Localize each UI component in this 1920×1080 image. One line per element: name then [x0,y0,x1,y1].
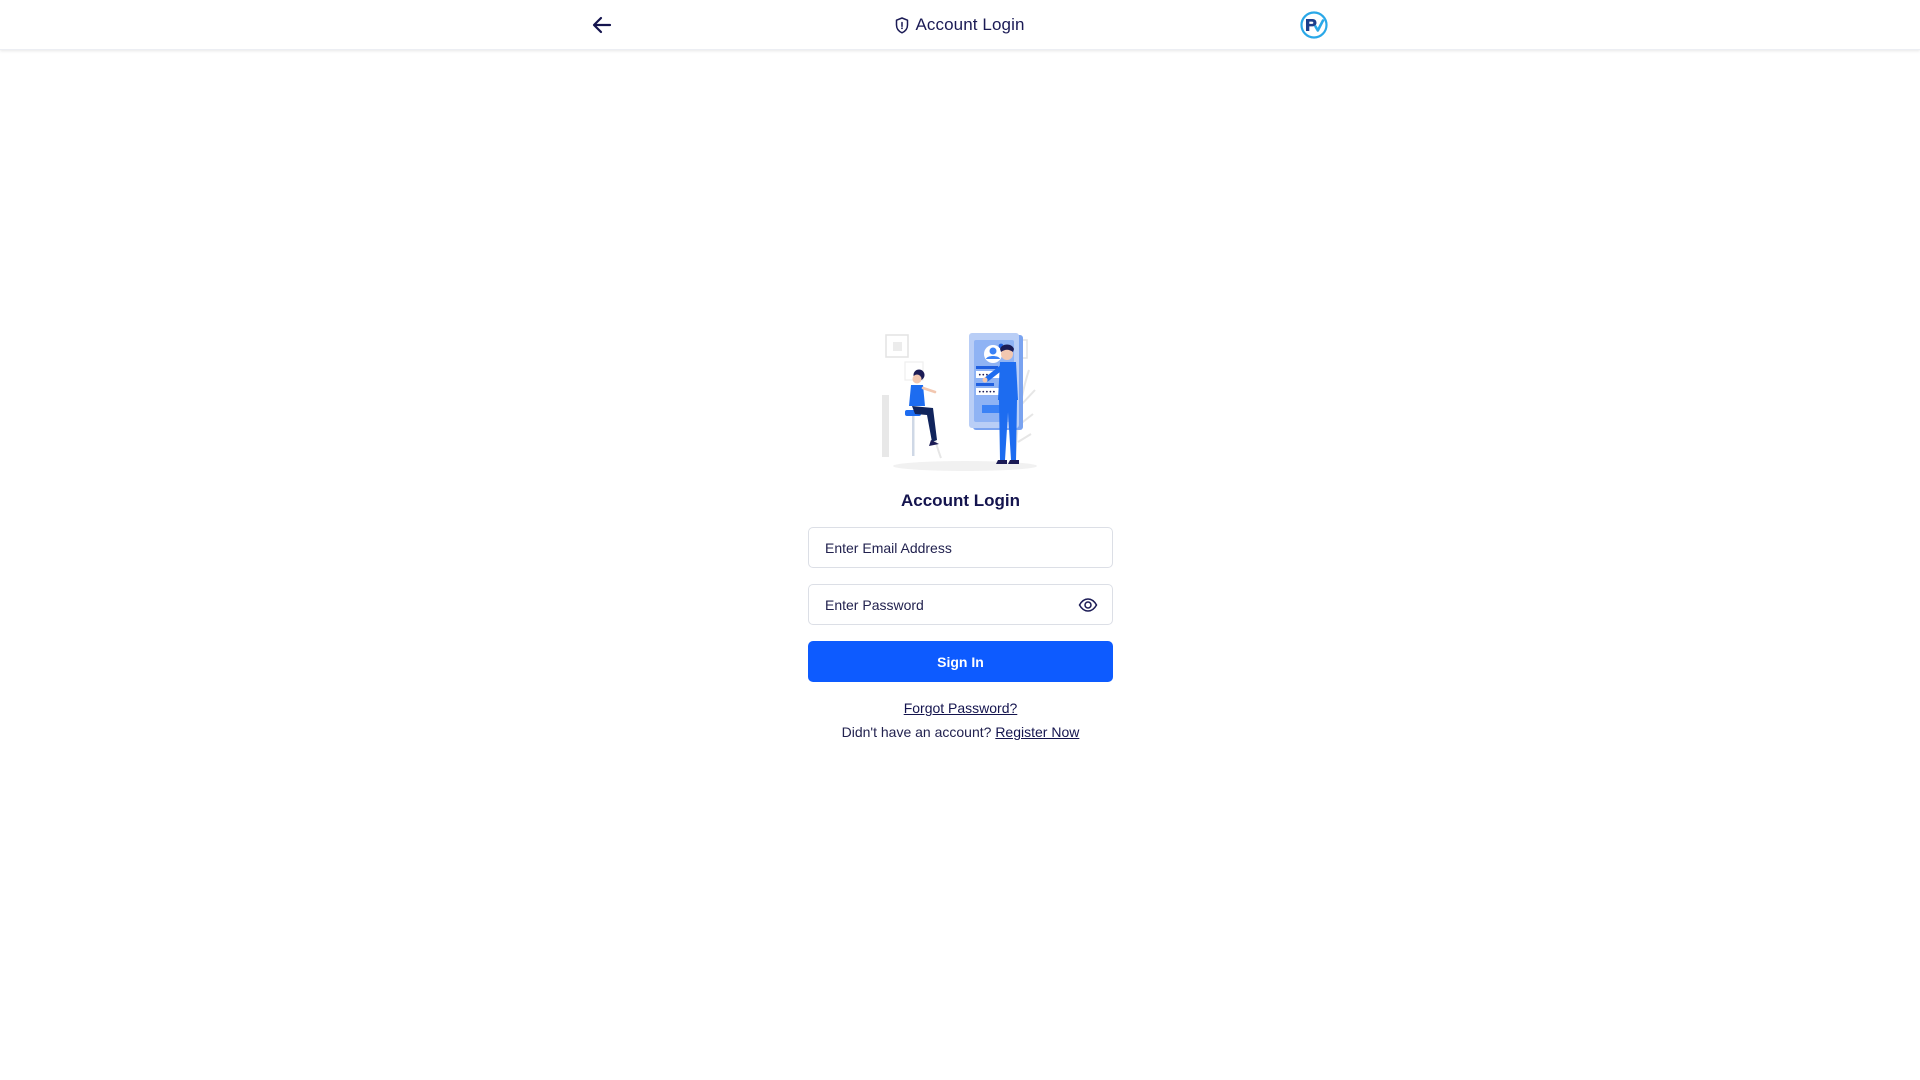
email-input[interactable] [809,528,1112,567]
shield-icon [896,16,909,34]
register-row: Didn't have an account? Register Now [808,724,1113,740]
forgot-password-link[interactable]: Forgot Password? [904,700,1018,716]
back-button[interactable] [588,12,616,38]
login-form: ••• ••••• Account Login Enter Email Addr… [808,330,1113,740]
brand-logo[interactable] [1300,11,1328,39]
login-illustration: ••• ••••• [879,330,1043,478]
arrow-left-icon [592,16,612,34]
email-field[interactable] [808,527,1113,568]
page-title: Account Login [915,15,1025,34]
top-bar: Account Login [0,0,1920,50]
forgot-password-row: Forgot Password? [808,700,1113,716]
toggle-password-visibility[interactable] [1078,597,1098,613]
password-input[interactable] [809,585,1112,624]
form-title: Account Login [901,491,1020,510]
sign-in-button[interactable]: Sign In [808,641,1113,682]
register-link[interactable]: Register Now [995,724,1079,740]
password-field[interactable] [808,584,1113,625]
eye-icon [1078,598,1098,612]
logo-icon [1300,11,1328,39]
register-prompt: Didn't have an account? [841,724,992,740]
header-title-group: Account Login [0,0,1920,50]
login-illustration-graphic: ••• ••••• [881,333,1037,471]
svg-text:•••••: ••••• [978,389,996,396]
